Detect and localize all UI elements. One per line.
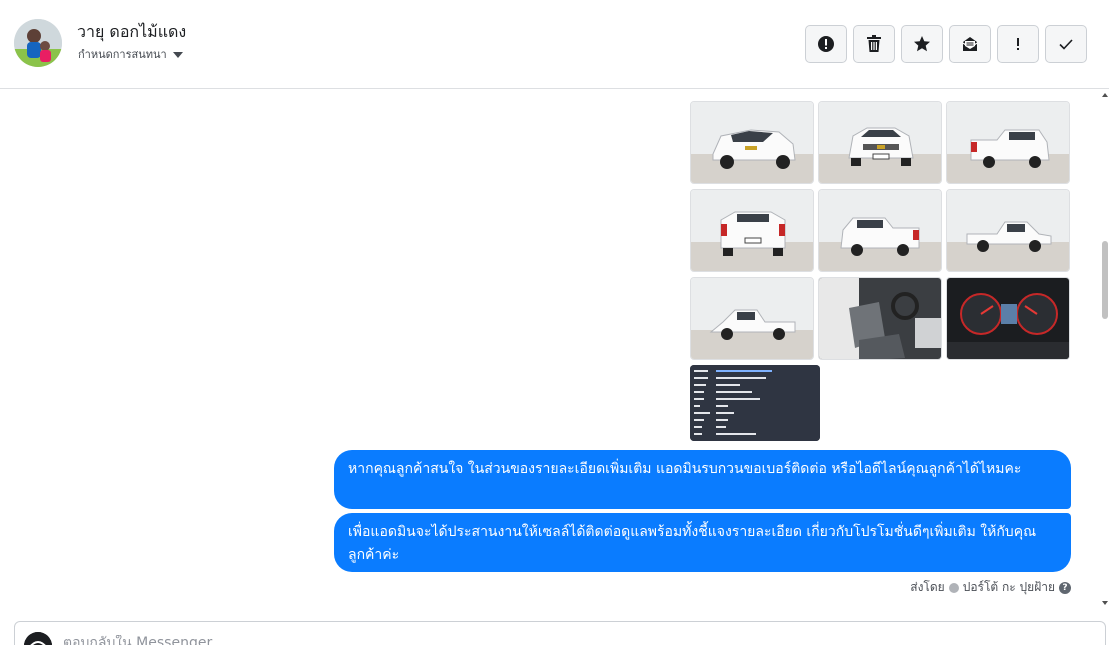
exclamation-icon <box>1017 38 1019 50</box>
car-photo[interactable] <box>690 101 814 184</box>
conversation-header: วายุ ดอกไม้แดง กำหนดการสนทนา <box>0 0 1109 89</box>
scroll-down-arrow-icon[interactable] <box>1102 601 1108 605</box>
help-icon[interactable]: ? <box>1059 581 1071 594</box>
car-photo[interactable] <box>946 189 1070 272</box>
reply-input[interactable] <box>63 635 963 645</box>
star-button[interactable] <box>901 25 943 63</box>
spam-button[interactable] <box>805 25 847 63</box>
admin-icon <box>948 582 959 593</box>
car-photo[interactable] <box>818 101 942 184</box>
conversation-actions <box>805 25 1087 63</box>
car-photo[interactable] <box>946 101 1070 184</box>
car-photo[interactable] <box>690 277 814 360</box>
star-icon <box>914 36 930 52</box>
envelope-icon <box>962 37 978 51</box>
car-photo[interactable] <box>690 189 814 272</box>
check-icon <box>1059 39 1073 50</box>
contact-name[interactable]: วายุ ดอกไม้แดง <box>77 20 186 45</box>
assign-label: กำหนดการสนทนา <box>78 48 167 61</box>
document-photo[interactable] <box>690 365 820 441</box>
contact-avatar[interactable] <box>14 19 62 67</box>
car-photo[interactable] <box>946 277 1070 360</box>
message-bubble[interactable]: หากคุณลูกค้าสนใจ ในส่วนของรายละเอียดเพิ่… <box>334 450 1071 509</box>
mark-done-button[interactable] <box>1045 25 1087 63</box>
conversation-thread[interactable]: หากคุณลูกค้าสนใจ ในส่วนของรายละเอียดเพิ่… <box>0 89 1109 609</box>
thread-scrollbar[interactable] <box>1100 89 1109 609</box>
page-avatar <box>24 632 52 645</box>
message-bubble[interactable]: เพื่อแอดมินจะได้ประสานงานให้เซลล์ได้ติดต… <box>334 513 1071 572</box>
delete-button[interactable] <box>853 25 895 63</box>
reply-composer <box>14 621 1106 645</box>
sent-by-prefix: ส่งโดย <box>910 580 945 594</box>
scroll-up-arrow-icon[interactable] <box>1102 93 1108 97</box>
car-photo[interactable] <box>818 189 942 272</box>
sent-by-info: ส่งโดย ปอร์โต้ กะ ปุยฝ้าย ? <box>910 578 1071 597</box>
mark-unread-button[interactable] <box>949 25 991 63</box>
assign-conversation-dropdown[interactable]: กำหนดการสนทนา <box>78 45 183 63</box>
sender-name: ปอร์โต้ กะ ปุยฝ้าย <box>962 580 1055 594</box>
car-photo[interactable] <box>818 277 942 360</box>
trash-icon <box>867 35 881 52</box>
follow-up-button[interactable] <box>997 25 1039 63</box>
caret-down-icon <box>172 51 183 58</box>
scroll-thumb[interactable] <box>1102 241 1108 319</box>
alert-circle-icon <box>818 36 834 52</box>
